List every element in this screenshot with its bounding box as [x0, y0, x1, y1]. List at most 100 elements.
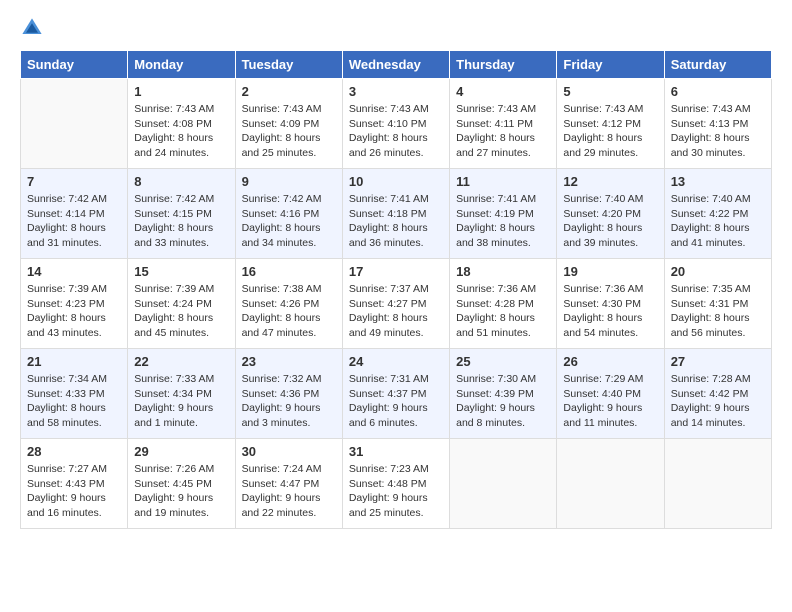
cell-line: Daylight: 8 hours	[563, 221, 657, 236]
cell-line: Sunrise: 7:23 AM	[349, 462, 443, 477]
cell-line: Sunset: 4:31 PM	[671, 297, 765, 312]
cal-cell: 31Sunrise: 7:23 AMSunset: 4:48 PMDayligh…	[342, 439, 449, 529]
cell-line: Daylight: 8 hours	[563, 131, 657, 146]
day-header-friday: Friday	[557, 51, 664, 79]
cal-cell: 5Sunrise: 7:43 AMSunset: 4:12 PMDaylight…	[557, 79, 664, 169]
cell-line: Sunset: 4:14 PM	[27, 207, 121, 222]
cell-line: Daylight: 8 hours	[456, 221, 550, 236]
cell-line: Sunrise: 7:42 AM	[134, 192, 228, 207]
cell-line: Daylight: 8 hours	[242, 311, 336, 326]
cell-line: Sunset: 4:24 PM	[134, 297, 228, 312]
cal-cell: 4Sunrise: 7:43 AMSunset: 4:11 PMDaylight…	[450, 79, 557, 169]
cell-line: Sunset: 4:10 PM	[349, 117, 443, 132]
cal-cell: 16Sunrise: 7:38 AMSunset: 4:26 PMDayligh…	[235, 259, 342, 349]
cell-line: Sunset: 4:43 PM	[27, 477, 121, 492]
cell-line: Sunrise: 7:26 AM	[134, 462, 228, 477]
cal-cell: 19Sunrise: 7:36 AMSunset: 4:30 PMDayligh…	[557, 259, 664, 349]
cal-cell: 24Sunrise: 7:31 AMSunset: 4:37 PMDayligh…	[342, 349, 449, 439]
cell-line: Sunrise: 7:37 AM	[349, 282, 443, 297]
logo	[20, 16, 48, 40]
cell-line: Daylight: 8 hours	[671, 221, 765, 236]
cell-line: and 39 minutes.	[563, 236, 657, 251]
cal-cell	[450, 439, 557, 529]
cell-line: and 51 minutes.	[456, 326, 550, 341]
cell-line: Sunrise: 7:43 AM	[671, 102, 765, 117]
day-header-sunday: Sunday	[21, 51, 128, 79]
week-row-1: 1Sunrise: 7:43 AMSunset: 4:08 PMDaylight…	[21, 79, 772, 169]
cell-line: Sunset: 4:22 PM	[671, 207, 765, 222]
cell-line: Sunset: 4:12 PM	[563, 117, 657, 132]
cal-cell: 15Sunrise: 7:39 AMSunset: 4:24 PMDayligh…	[128, 259, 235, 349]
day-number: 12	[563, 174, 657, 189]
cell-line: and 41 minutes.	[671, 236, 765, 251]
day-number: 14	[27, 264, 121, 279]
cell-line: Sunrise: 7:41 AM	[349, 192, 443, 207]
cell-line: and 25 minutes.	[349, 506, 443, 521]
cell-line: and 43 minutes.	[27, 326, 121, 341]
cell-line: Daylight: 9 hours	[134, 401, 228, 416]
logo-icon	[20, 16, 44, 40]
cell-line: Sunset: 4:13 PM	[671, 117, 765, 132]
day-header-tuesday: Tuesday	[235, 51, 342, 79]
cell-line: Sunrise: 7:42 AM	[242, 192, 336, 207]
cell-line: Sunrise: 7:36 AM	[563, 282, 657, 297]
cell-line: Daylight: 8 hours	[349, 221, 443, 236]
cell-line: and 33 minutes.	[134, 236, 228, 251]
cell-line: Daylight: 8 hours	[27, 221, 121, 236]
cal-cell: 22Sunrise: 7:33 AMSunset: 4:34 PMDayligh…	[128, 349, 235, 439]
cell-line: Daylight: 8 hours	[27, 401, 121, 416]
cal-cell: 26Sunrise: 7:29 AMSunset: 4:40 PMDayligh…	[557, 349, 664, 439]
cell-line: and 1 minute.	[134, 416, 228, 431]
cell-line: Sunset: 4:23 PM	[27, 297, 121, 312]
cal-cell: 9Sunrise: 7:42 AMSunset: 4:16 PMDaylight…	[235, 169, 342, 259]
day-number: 17	[349, 264, 443, 279]
cal-cell: 18Sunrise: 7:36 AMSunset: 4:28 PMDayligh…	[450, 259, 557, 349]
day-number: 18	[456, 264, 550, 279]
cell-line: and 31 minutes.	[27, 236, 121, 251]
cell-line: Sunrise: 7:35 AM	[671, 282, 765, 297]
cell-line: Sunset: 4:40 PM	[563, 387, 657, 402]
cell-line: Sunrise: 7:32 AM	[242, 372, 336, 387]
cell-line: Daylight: 8 hours	[349, 311, 443, 326]
day-number: 8	[134, 174, 228, 189]
cell-line: Sunrise: 7:31 AM	[349, 372, 443, 387]
cell-line: Sunset: 4:47 PM	[242, 477, 336, 492]
week-row-5: 28Sunrise: 7:27 AMSunset: 4:43 PMDayligh…	[21, 439, 772, 529]
day-number: 7	[27, 174, 121, 189]
cell-line: Daylight: 8 hours	[242, 131, 336, 146]
cell-line: Daylight: 9 hours	[349, 401, 443, 416]
cell-line: Daylight: 8 hours	[456, 131, 550, 146]
cell-line: Sunset: 4:42 PM	[671, 387, 765, 402]
cell-line: Daylight: 9 hours	[563, 401, 657, 416]
week-row-4: 21Sunrise: 7:34 AMSunset: 4:33 PMDayligh…	[21, 349, 772, 439]
cell-line: Sunrise: 7:43 AM	[563, 102, 657, 117]
cal-cell: 12Sunrise: 7:40 AMSunset: 4:20 PMDayligh…	[557, 169, 664, 259]
cell-line: and 26 minutes.	[349, 146, 443, 161]
week-row-3: 14Sunrise: 7:39 AMSunset: 4:23 PMDayligh…	[21, 259, 772, 349]
day-number: 6	[671, 84, 765, 99]
cal-cell: 11Sunrise: 7:41 AMSunset: 4:19 PMDayligh…	[450, 169, 557, 259]
cell-line: Sunrise: 7:36 AM	[456, 282, 550, 297]
cell-line: Sunset: 4:45 PM	[134, 477, 228, 492]
cell-line: Sunset: 4:39 PM	[456, 387, 550, 402]
cal-cell: 29Sunrise: 7:26 AMSunset: 4:45 PMDayligh…	[128, 439, 235, 529]
day-number: 22	[134, 354, 228, 369]
cell-line: Sunset: 4:09 PM	[242, 117, 336, 132]
cell-line: and 47 minutes.	[242, 326, 336, 341]
cell-line: and 45 minutes.	[134, 326, 228, 341]
cell-line: Daylight: 9 hours	[242, 401, 336, 416]
cal-cell: 27Sunrise: 7:28 AMSunset: 4:42 PMDayligh…	[664, 349, 771, 439]
cal-cell: 6Sunrise: 7:43 AMSunset: 4:13 PMDaylight…	[664, 79, 771, 169]
cal-cell: 3Sunrise: 7:43 AMSunset: 4:10 PMDaylight…	[342, 79, 449, 169]
day-number: 29	[134, 444, 228, 459]
cell-line: Sunset: 4:11 PM	[456, 117, 550, 132]
day-header-wednesday: Wednesday	[342, 51, 449, 79]
cell-line: and 29 minutes.	[563, 146, 657, 161]
day-number: 31	[349, 444, 443, 459]
cell-line: and 25 minutes.	[242, 146, 336, 161]
cal-cell	[557, 439, 664, 529]
day-number: 21	[27, 354, 121, 369]
cell-line: Sunset: 4:15 PM	[134, 207, 228, 222]
cell-line: Daylight: 9 hours	[456, 401, 550, 416]
cell-line: Sunrise: 7:40 AM	[563, 192, 657, 207]
